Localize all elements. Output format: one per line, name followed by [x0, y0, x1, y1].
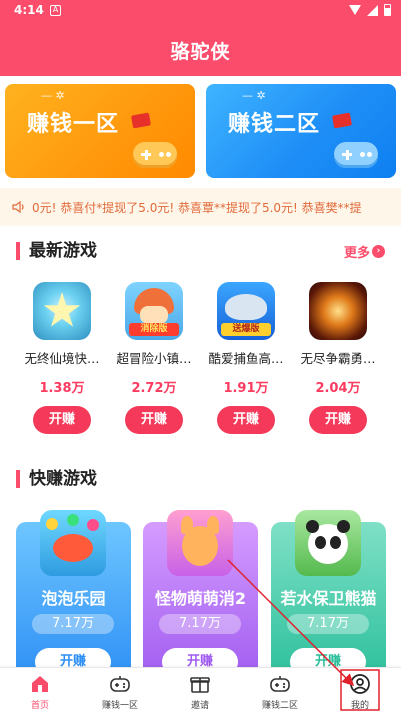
game-card[interactable]: 送爆版 酷爱捕鱼高… 1.91万 开赚 [200, 282, 292, 434]
app-screen: 4:14 A 骆驼侠 — ✲ 赚钱一区 — ✲ 赚钱二区 0元! 恭喜付*提现了… [0, 0, 401, 712]
home-icon [32, 676, 48, 692]
profile-icon [350, 674, 370, 694]
game-name: 无尽争霸勇… [300, 351, 376, 366]
game-badge: 消除版 [129, 323, 179, 336]
more-label: 更多 [343, 246, 370, 261]
game-icon[interactable]: 消除版 [125, 282, 183, 340]
game-name: 酷爱捕鱼高… [208, 351, 284, 366]
nav-item-profile[interactable]: 我的 [320, 668, 400, 712]
game-name: 无终仙境快… [24, 351, 100, 366]
quick-game-icon[interactable] [167, 510, 233, 576]
quick-game-name: 若水保卫熊猫 [280, 589, 377, 608]
nav-label: 首页 [30, 701, 49, 711]
gamepad-icon [334, 142, 378, 168]
ticker-text: 0元! 恭喜付*提现了5.0元! 恭喜覃**提现了5.0元! 恭喜樊**提 [32, 201, 362, 215]
game-icon[interactable] [309, 282, 367, 340]
quick-game-icon[interactable] [40, 510, 106, 576]
status-bar: 4:14 A [0, 0, 401, 22]
withdraw-ticker: 0元! 恭喜付*提现了5.0元! 恭喜覃**提现了5.0元! 恭喜樊**提 [0, 188, 401, 226]
page-title: 骆驼侠 [170, 41, 231, 63]
nav-item-earn-zone-1[interactable]: 赚钱一区 [80, 668, 160, 712]
game-count: 1.91万 [223, 381, 269, 396]
gift-icon [190, 677, 210, 693]
nav-label: 赚钱一区 [101, 701, 138, 711]
quick-game-name: 泡泡乐园 [41, 589, 106, 608]
banner-earn-zone-2[interactable]: — ✲ 赚钱二区 [206, 84, 396, 178]
status-time: 4:14 [14, 3, 44, 17]
game-card[interactable]: 无尽争霸勇… 2.04万 开赚 [292, 282, 384, 434]
game-name: 超冒险小镇… [116, 351, 192, 366]
game-icon[interactable] [33, 282, 91, 340]
quick-game-count: 7.17万 [287, 614, 369, 634]
nav-item-earn-zone-2[interactable]: 赚钱二区 [240, 668, 320, 712]
nav-item-home[interactable]: 首页 [0, 668, 80, 712]
sparkle-icon: — ✲ [41, 89, 65, 102]
quick-game-icon[interactable] [295, 510, 361, 576]
gamepad-icon [270, 676, 290, 692]
banner-earn-zone-1[interactable]: — ✲ 赚钱一区 [5, 84, 195, 178]
app-header: 骆驼侠 [0, 22, 401, 76]
red-envelope-icon [131, 112, 151, 129]
start-earning-button[interactable]: 开赚 [309, 406, 367, 434]
nav-label: 我的 [350, 701, 369, 711]
section-title-quick: 快赚游戏 [16, 470, 97, 488]
wifi-icon [349, 5, 361, 15]
quick-game-count: 7.17万 [159, 614, 241, 634]
start-earning-button[interactable]: 开赚 [125, 406, 183, 434]
nav-label: 赚钱二区 [261, 701, 298, 711]
quick-game-name: 怪物萌萌消2 [154, 589, 247, 608]
game-count: 2.04万 [315, 381, 361, 396]
more-link[interactable]: 更多 › [344, 242, 385, 261]
bottom-nav: 首页 赚钱一区 邀请 赚钱二区 我的 [0, 667, 401, 712]
game-count: 1.38万 [39, 381, 85, 396]
gamepad-icon [110, 676, 130, 692]
quick-game-count: 7.17万 [32, 614, 114, 634]
nav-item-invite[interactable]: 邀请 [160, 668, 240, 712]
status-indicators [349, 4, 391, 16]
red-envelope-icon [332, 112, 352, 129]
nav-label: 邀请 [190, 701, 209, 711]
banner-label: 赚钱二区 [228, 112, 321, 137]
battery-icon [384, 4, 391, 16]
notification-icon: A [50, 5, 61, 16]
start-earning-button[interactable]: 开赚 [33, 406, 91, 434]
game-card[interactable]: 消除版 超冒险小镇… 2.72万 开赚 [108, 282, 200, 434]
game-card[interactable]: 无终仙境快… 1.38万 开赚 [16, 282, 108, 434]
game-badge: 送爆版 [221, 323, 271, 336]
section-title-latest: 最新游戏 [16, 242, 97, 260]
game-count: 2.72万 [131, 381, 177, 396]
sparkle-icon: — ✲ [242, 89, 266, 102]
start-earning-button[interactable]: 开赚 [217, 406, 275, 434]
banner-label: 赚钱一区 [27, 112, 120, 137]
game-icon[interactable]: 送爆版 [217, 282, 275, 340]
gamepad-icon [133, 142, 177, 168]
signal-icon [367, 4, 378, 16]
chevron-right-icon: › [372, 245, 385, 258]
speaker-icon [12, 201, 24, 213]
